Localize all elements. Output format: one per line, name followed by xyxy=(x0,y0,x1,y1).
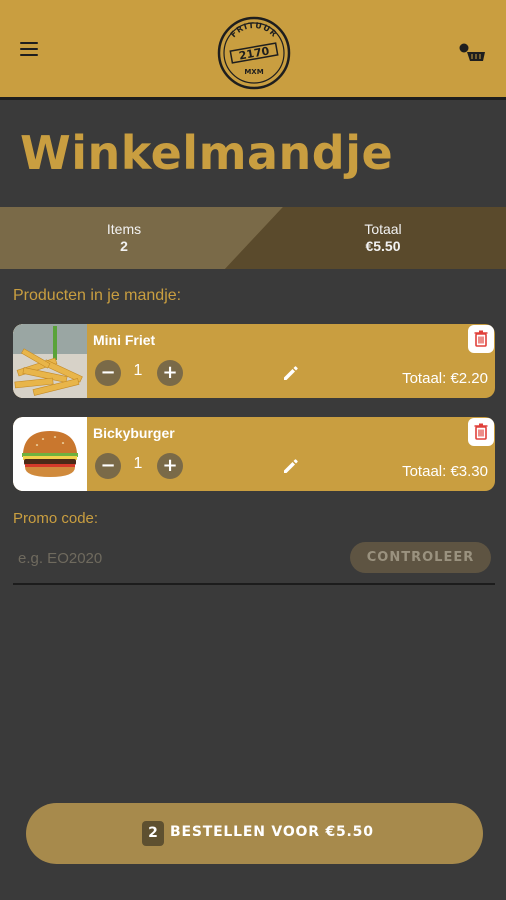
cart-icon xyxy=(459,43,485,61)
cart-button[interactable] xyxy=(457,40,487,66)
logo-text-bottom: MXM xyxy=(244,68,263,76)
summary-total: Totaal €5.50 xyxy=(333,221,433,254)
edit-icon[interactable] xyxy=(281,363,301,383)
decrease-quantity-button[interactable]: − xyxy=(95,453,121,479)
products-section-label: Producten in je mandje: xyxy=(13,287,182,304)
trash-icon xyxy=(474,330,488,347)
summary-items-label: Items xyxy=(106,221,142,237)
summary-total-value: €5.50 xyxy=(365,238,401,254)
increase-quantity-button[interactable]: + xyxy=(157,453,183,479)
promo-code-label: Promo code: xyxy=(13,510,99,527)
summary-total-label: Totaal xyxy=(364,221,402,237)
logo-text-mid: 2170 xyxy=(238,44,271,62)
check-promo-button[interactable]: CONTROLEER xyxy=(350,542,491,573)
summary-items: Items 2 xyxy=(74,221,174,254)
menu-button[interactable] xyxy=(20,42,38,58)
decrease-quantity-button[interactable]: − xyxy=(95,360,121,386)
hamburger-icon xyxy=(20,42,38,44)
quantity-value: 1 xyxy=(133,455,143,472)
product-name: Bickyburger xyxy=(93,425,175,441)
frituur-logo: FRITUUR 2170 MXM xyxy=(217,16,291,90)
delete-item-button[interactable] xyxy=(468,418,494,446)
place-order-button[interactable]: 2 BESTELLEN VOOR €5.50 xyxy=(26,803,483,864)
item-total: Totaal: €3.30 xyxy=(402,463,488,480)
product-image-fries xyxy=(13,324,87,398)
cart-item-mini-friet: Mini Friet − 1 + Totaal: €2.20 xyxy=(13,324,495,398)
page-title: Winkelmandje xyxy=(20,126,394,180)
top-app-bar: FRITUUR 2170 MXM xyxy=(0,0,506,100)
summary-items-value: 2 xyxy=(120,238,128,254)
cart-summary-banner: Items 2 Totaal €5.50 xyxy=(0,207,506,269)
edit-icon[interactable] xyxy=(281,456,301,476)
increase-quantity-button[interactable]: + xyxy=(157,360,183,386)
quantity-value: 1 xyxy=(133,362,143,379)
promo-code-input[interactable] xyxy=(13,540,343,576)
product-image-burger xyxy=(13,417,87,491)
order-count-badge: 2 xyxy=(142,821,164,846)
trash-icon xyxy=(474,423,488,440)
product-name: Mini Friet xyxy=(93,332,156,348)
promo-input-underline xyxy=(13,583,495,585)
cart-item-bickyburger: Bickyburger − 1 + Totaal: €3.30 xyxy=(13,417,495,491)
item-total: Totaal: €2.20 xyxy=(402,370,488,387)
delete-item-button[interactable] xyxy=(468,325,494,353)
place-order-label: BESTELLEN VOOR €5.50 xyxy=(170,824,374,840)
